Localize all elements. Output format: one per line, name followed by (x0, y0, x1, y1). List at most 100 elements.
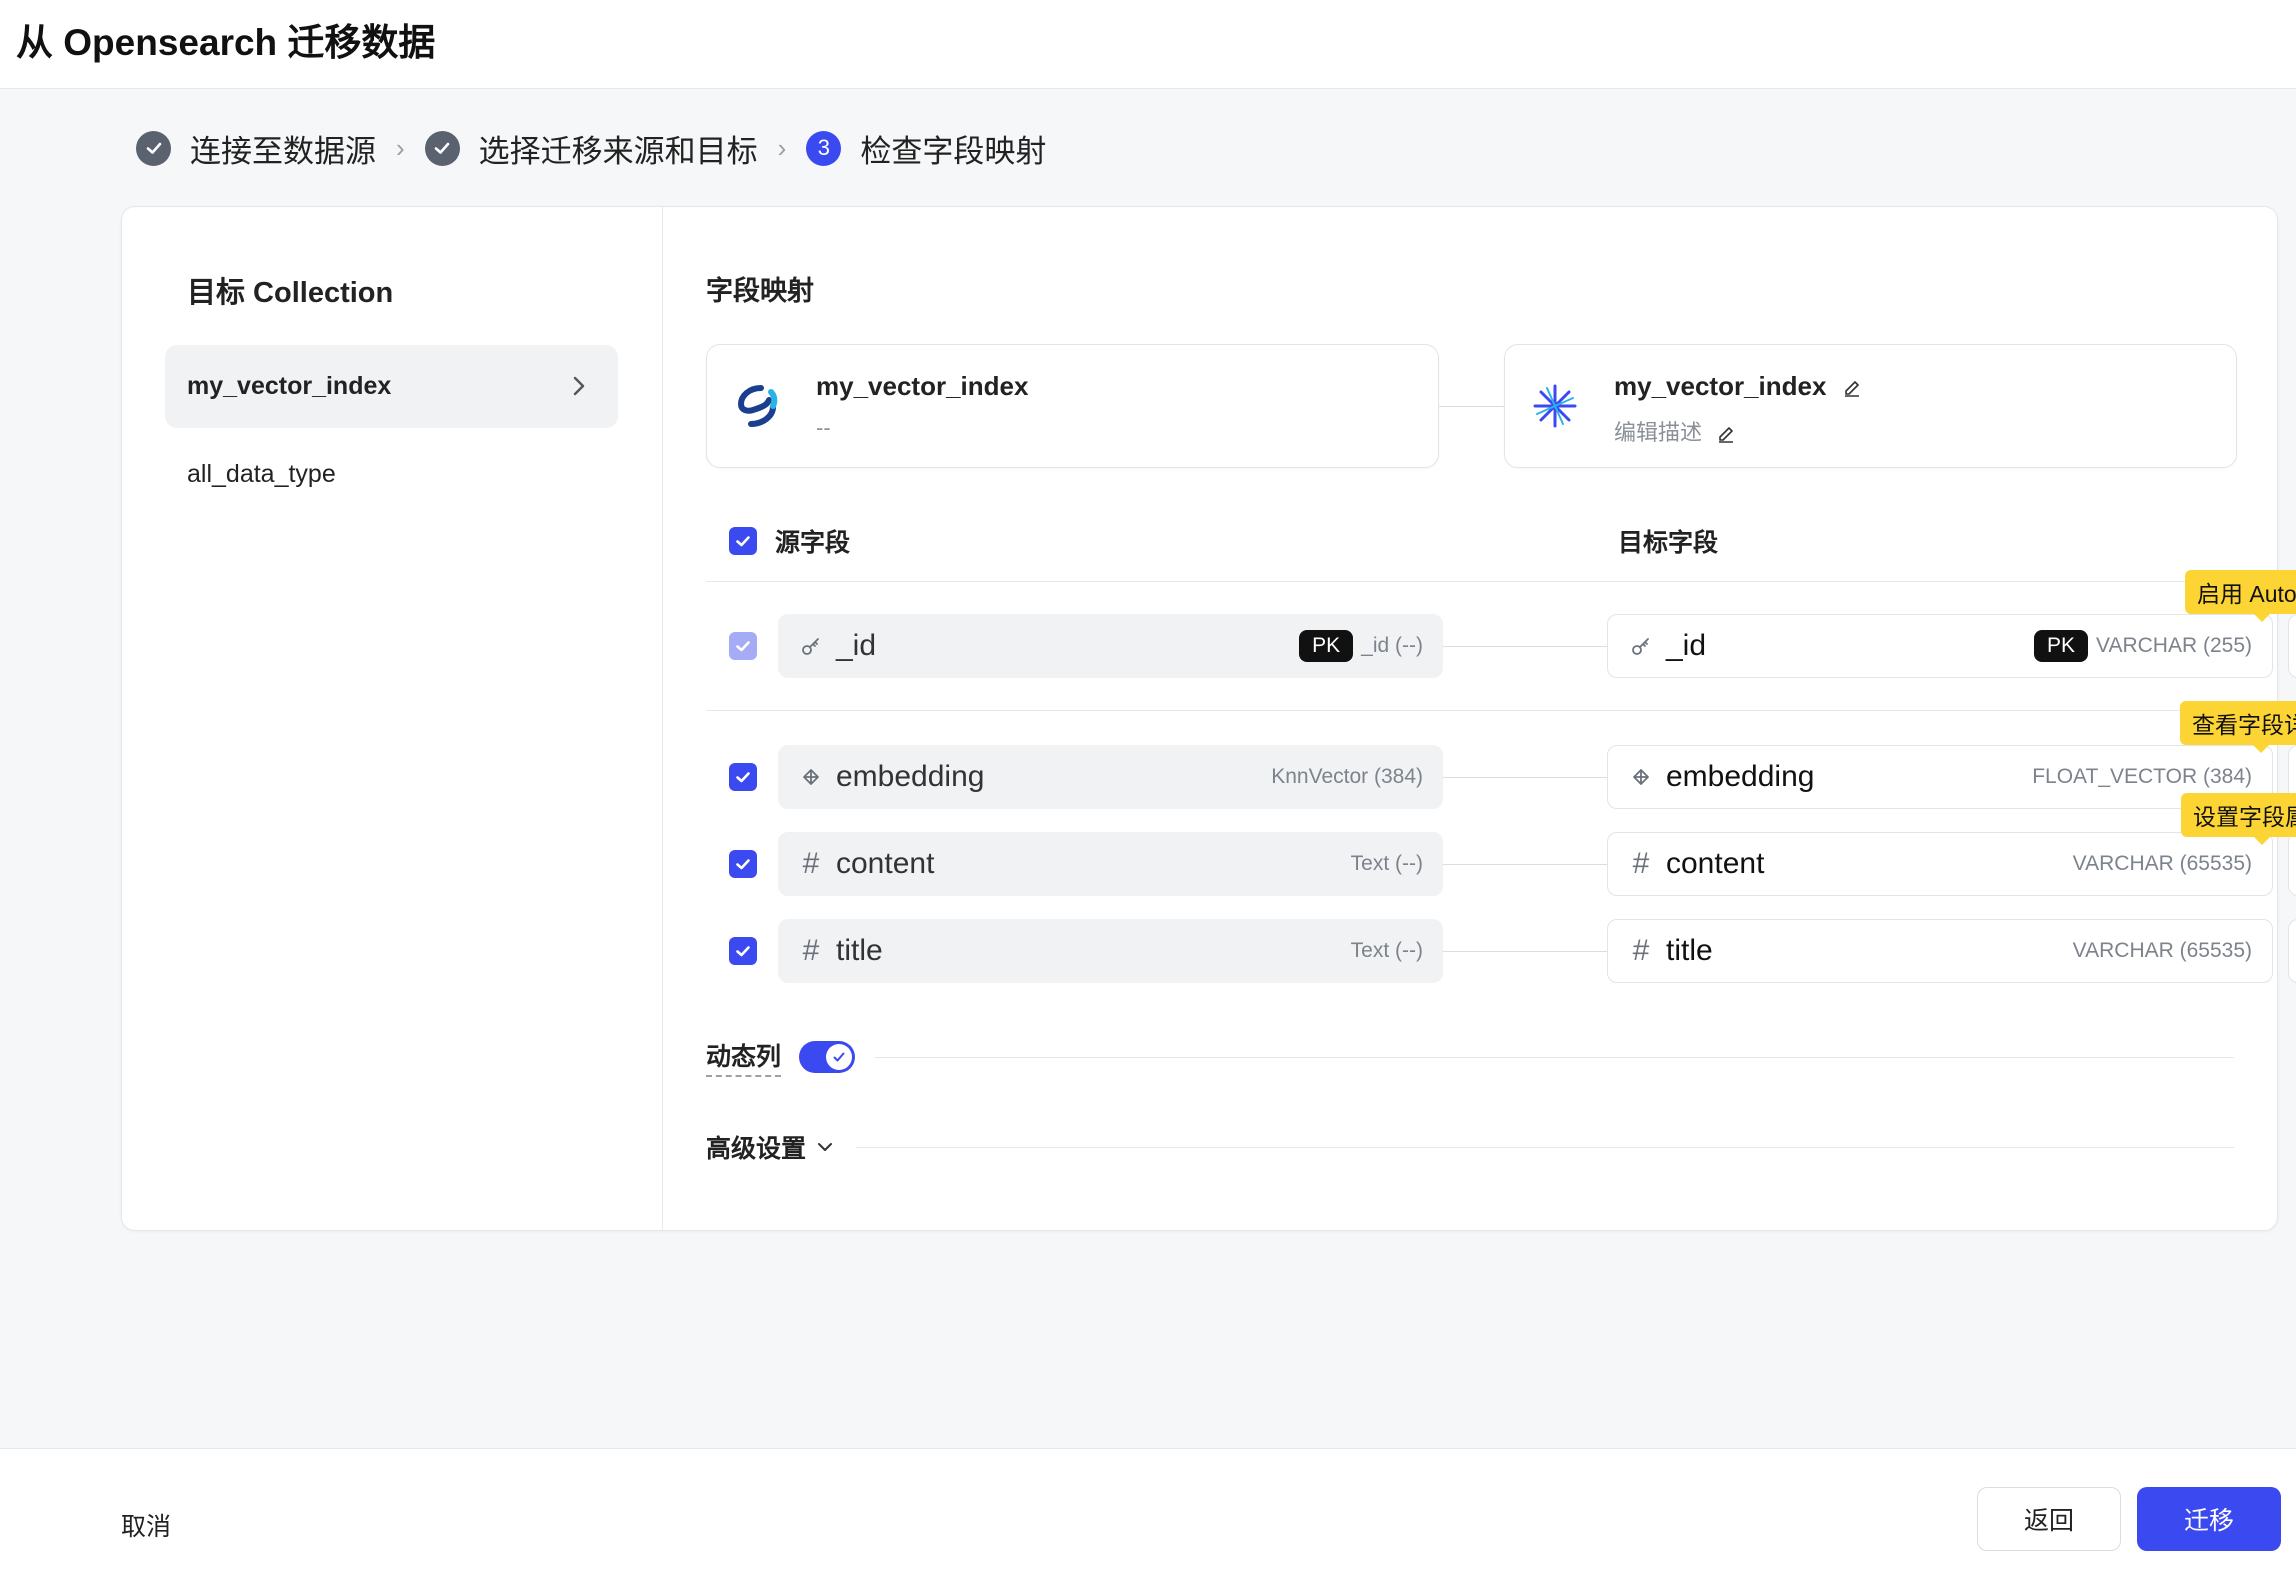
auto-id-settings-button[interactable] (2288, 614, 2296, 678)
field-name: title (1666, 934, 1713, 967)
field-name: embedding (836, 760, 985, 793)
row-checkbox-title[interactable] (729, 937, 757, 965)
field-name: _id (1666, 629, 1707, 662)
target-collection-desc: 编辑描述 (1614, 415, 1736, 447)
advanced-settings-label[interactable]: 高级设置 (706, 1129, 806, 1165)
source-field-header: 源字段 (729, 523, 850, 559)
chevron-right-icon: › (777, 132, 787, 163)
sidebar-heading: 目标 Collection (187, 277, 394, 309)
field-type: VARCHAR (65535) (2072, 939, 2252, 962)
field-type: Text (--) (1350, 939, 1423, 962)
collection-item-selected[interactable]: my_vector_index (165, 345, 618, 428)
page-title: 从 Opensearch 迁移数据 (16, 22, 436, 63)
edit-desc-text[interactable]: 编辑描述 (1614, 420, 1702, 445)
advanced-settings-row[interactable]: 高级设置 (706, 1129, 2234, 1165)
field-type: VARCHAR (65535) (2072, 852, 2252, 875)
field-type-text: _id (--) (1361, 634, 1423, 657)
step-select-source: 选择迁移来源和目标 (424, 126, 758, 171)
check-icon (826, 1044, 853, 1070)
collection-name: all_data_type (187, 460, 336, 488)
connector-line (1443, 646, 1607, 647)
vector-icon (1628, 764, 1654, 790)
mapping-title: 字段映射 (706, 276, 814, 306)
step-label: 选择迁移来源和目标 (478, 133, 758, 169)
field-type: Text (--) (1350, 852, 1423, 875)
key-icon (798, 633, 824, 659)
field-name: content (836, 847, 935, 880)
dynamic-field-toggle[interactable] (799, 1041, 856, 1073)
divider (706, 581, 2234, 582)
pk-badge: PK (1299, 630, 1354, 662)
field-name: embedding (1666, 760, 1815, 793)
footer-bar: 取消 返回 迁移 (0, 1448, 2296, 1570)
step-connect: 连接至数据源 (136, 126, 376, 171)
step-field-mapping: 3 检查字段映射 (806, 126, 1046, 171)
tooltip-view-detail: 查看字段详情 (2180, 701, 2296, 753)
divider (706, 710, 2234, 711)
field-type: FLOAT_VECTOR (384) (2032, 765, 2252, 788)
connector-line (1443, 864, 1607, 865)
dynamic-field-row: 动态列 (706, 1037, 2234, 1077)
chevron-right-icon: › (396, 132, 405, 163)
check-icon (136, 130, 171, 166)
row-checkbox-content[interactable] (729, 850, 757, 878)
source-col-label: 源字段 (775, 529, 851, 557)
field-type: KnnVector (384) (1271, 765, 1423, 788)
connector-line (1439, 406, 1504, 407)
step-label: 检查字段映射 (860, 133, 1047, 169)
step-label: 连接至数据源 (190, 133, 376, 169)
chevron-down-icon[interactable] (814, 1136, 836, 1158)
cancel-button[interactable]: 取消 (121, 1507, 171, 1543)
mapping-panel: 字段映射 my_vector_index -- my_vector_index … (663, 207, 2296, 1230)
target-col-label: 目标字段 (1618, 529, 1719, 557)
stepper: 连接至数据源 › 选择迁移来源和目标 › 3 检查字段映射 (136, 126, 1046, 170)
vector-icon (798, 764, 824, 790)
source-field-id: _id PK _id (--) (778, 614, 1443, 678)
field-settings-button[interactable] (2288, 832, 2296, 896)
source-field-embedding: embedding KnnVector (384) (778, 745, 1443, 809)
target-field-embedding: embedding FLOAT_VECTOR (384) (1607, 745, 2273, 809)
tooltip-set-props: 设置字段属性 (2181, 793, 2296, 845)
collection-name: my_vector_index (187, 372, 392, 400)
opensearch-logo-icon (737, 385, 778, 427)
hash-icon: # (802, 934, 820, 967)
target-field-header: 目标字段 (1618, 523, 1718, 559)
row-checkbox-id (729, 632, 757, 660)
migrate-button[interactable]: 迁移 (2137, 1487, 2281, 1551)
field-type: PK _id (--) (1299, 630, 1423, 662)
page-header: 从 Opensearch 迁移数据 (0, 0, 2296, 89)
field-name: content (1666, 847, 1765, 880)
chevron-right-icon (573, 376, 585, 396)
field-settings-button[interactable] (2288, 919, 2296, 983)
field-type: PK VARCHAR (255) (2034, 630, 2252, 662)
target-name-text: my_vector_index (1614, 371, 1827, 401)
collection-item[interactable]: all_data_type (165, 433, 618, 516)
milvus-logo-icon (1533, 384, 1577, 428)
dynamic-field-label: 动态列 (706, 1037, 782, 1077)
key-icon (1628, 633, 1654, 659)
row-checkbox-embedding[interactable] (729, 763, 757, 791)
back-button[interactable]: 返回 (1977, 1487, 2121, 1551)
field-type-text: VARCHAR (255) (2096, 634, 2252, 657)
hash-icon: # (802, 847, 820, 880)
target-field-content: # content VARCHAR (65535) (1607, 832, 2273, 896)
step-number: 3 (806, 130, 842, 166)
edit-desc-icon[interactable] (1716, 424, 1736, 444)
source-field-content: # content Text (--) (778, 832, 1443, 896)
check-icon (424, 130, 460, 166)
hash-icon: # (1632, 934, 1650, 967)
divider (875, 1056, 2234, 1058)
edit-name-icon[interactable] (1842, 378, 1862, 398)
main-card: 目标 Collection my_vector_index all_data_t… (121, 206, 2296, 1231)
divider (856, 1146, 2234, 1148)
select-all-checkbox[interactable] (729, 527, 757, 555)
field-name: title (836, 934, 883, 967)
connector-line (1443, 951, 1607, 952)
target-collection-name: my_vector_index (1614, 371, 1862, 402)
source-collection-card: my_vector_index -- (706, 344, 1439, 468)
tooltip-auto-id: 启用 Auto ID (2185, 570, 2296, 622)
target-collection-card: my_vector_index 编辑描述 (1504, 344, 2237, 468)
target-field-id: _id PK VARCHAR (255) (1607, 614, 2273, 678)
collection-sidebar: 目标 Collection my_vector_index all_data_t… (122, 207, 663, 1230)
target-field-title: # title VARCHAR (65535) (1607, 919, 2273, 983)
